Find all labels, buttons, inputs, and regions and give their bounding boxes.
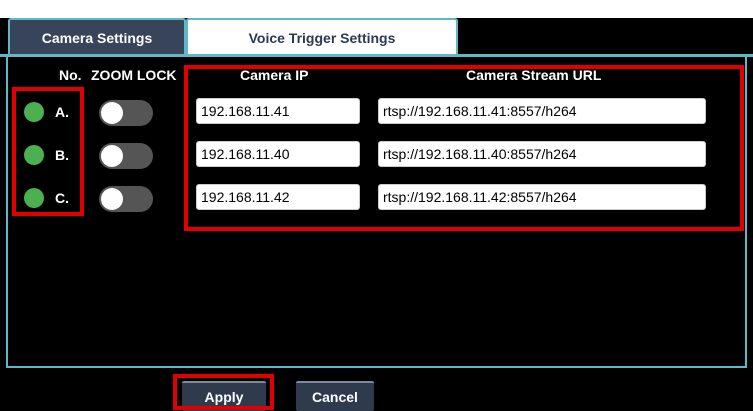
- camera-row-a: A.: [0, 96, 753, 128]
- column-header-camera-ip: Camera IP: [240, 67, 309, 83]
- panel-bottom-divider: [6, 366, 747, 368]
- status-indicator-icon: [24, 102, 44, 122]
- toggle-knob: [101, 188, 123, 210]
- camera-ip-input[interactable]: [196, 141, 360, 167]
- status-indicator-icon: [24, 145, 44, 165]
- toggle-knob: [101, 102, 123, 124]
- zoom-lock-toggle[interactable]: [99, 143, 153, 169]
- camera-letter: A.: [55, 104, 69, 120]
- camera-ip-input[interactable]: [196, 184, 360, 210]
- column-header-zoom-lock: ZOOM LOCK: [91, 67, 177, 83]
- apply-button[interactable]: Apply: [182, 381, 266, 411]
- stream-url-input[interactable]: [378, 184, 706, 210]
- cancel-button[interactable]: Cancel: [296, 381, 374, 411]
- column-header-stream-url: Camera Stream URL: [466, 67, 602, 83]
- column-header-no: No.: [59, 67, 82, 83]
- camera-ip-input[interactable]: [196, 98, 360, 124]
- status-indicator-icon: [24, 188, 44, 208]
- camera-row-c: C.: [0, 182, 753, 214]
- window-top-strip: [0, 0, 753, 18]
- camera-letter: B.: [55, 147, 69, 163]
- camera-row-b: B.: [0, 139, 753, 171]
- toggle-knob: [101, 145, 123, 167]
- zoom-lock-toggle[interactable]: [99, 100, 153, 126]
- stream-url-input[interactable]: [378, 141, 706, 167]
- stream-url-input[interactable]: [378, 98, 706, 124]
- tab-voice-trigger-settings[interactable]: Voice Trigger Settings: [186, 18, 458, 56]
- camera-letter: C.: [55, 190, 69, 206]
- tab-camera-settings[interactable]: Camera Settings: [8, 18, 186, 56]
- zoom-lock-toggle[interactable]: [99, 186, 153, 212]
